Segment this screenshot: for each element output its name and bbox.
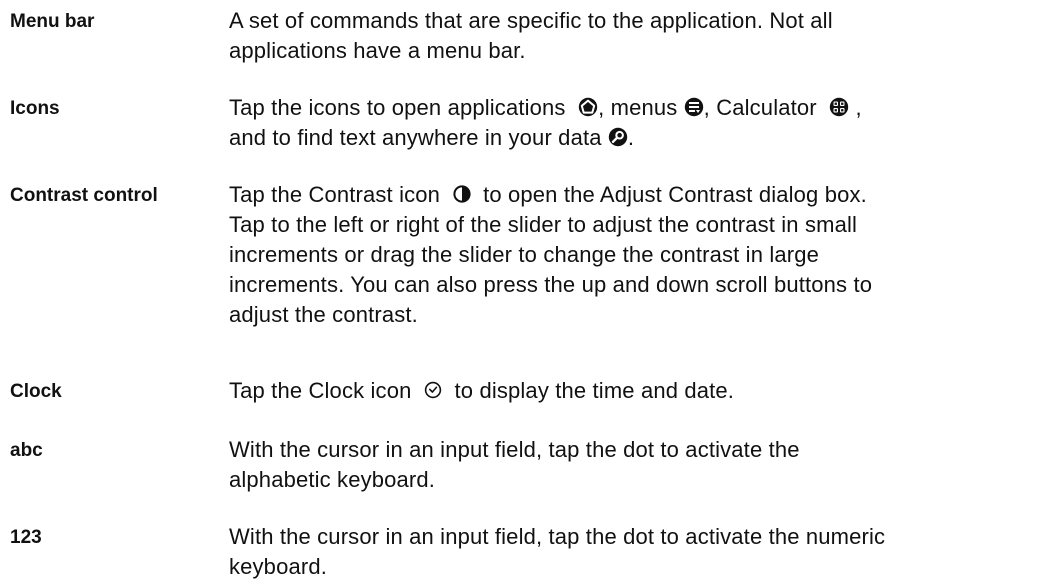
term-abc: abc	[10, 440, 43, 461]
description-line: Tap to the left or right of the slider t…	[229, 212, 858, 237]
description-text: to open the Adjust Contrast dialog box.	[483, 182, 867, 207]
term-icons: Icons	[10, 98, 60, 119]
description-text: ,	[855, 95, 862, 120]
description-line: Tap the Contrast icon to open the Adjust…	[229, 180, 1047, 210]
term-menu-bar: Menu bar	[10, 11, 95, 32]
description-contrast-control: Tap the Contrast icon to open the Adjust…	[229, 180, 1047, 330]
description-line: A set of commands that are specific to t…	[229, 8, 833, 33]
term-clock: Clock	[10, 381, 62, 402]
description-menu-bar: A set of commands that are specific to t…	[229, 6, 1047, 66]
description-line: With the cursor in an input field, tap t…	[229, 524, 886, 549]
term-123: 123	[10, 527, 42, 548]
description-line: adjust the contrast.	[229, 302, 418, 327]
description-clock: Tap the Clock icon to display the time a…	[229, 376, 1047, 406]
description-text: Tap the icons to open applications	[229, 95, 566, 120]
clock-icon	[424, 381, 442, 399]
calculator-icon	[829, 97, 849, 117]
description-abc: With the cursor in an input field, tap t…	[229, 435, 1047, 495]
description-text: , menus	[598, 95, 678, 120]
find-icon	[608, 127, 628, 147]
description-line: Tap the icons to open applications , men…	[229, 93, 1047, 123]
applications-icon	[578, 97, 598, 117]
description-text: .	[627, 125, 635, 150]
description-line: applications have a menu bar.	[229, 38, 526, 63]
description-text: and to find text anywhere in your data	[229, 125, 602, 150]
description-line: alphabetic keyboard.	[229, 467, 436, 492]
description-text: to display the time and date.	[454, 378, 735, 403]
description-line: With the cursor in an input field, tap t…	[229, 437, 800, 462]
term-contrast-control: Contrast control	[10, 185, 158, 206]
menus-icon	[684, 97, 704, 117]
description-line: increments or drag the slider to change …	[229, 242, 820, 267]
description-123: With the cursor in an input field, tap t…	[229, 522, 1047, 582]
description-text: Tap the Clock icon	[229, 378, 412, 403]
description-line: Tap the Clock icon to display the time a…	[229, 376, 1047, 406]
description-text: Tap the Contrast icon	[229, 182, 441, 207]
contrast-icon	[452, 185, 471, 203]
description-line: keyboard.	[229, 554, 327, 579]
description-line: and to find text anywhere in your data .	[229, 123, 1047, 153]
description-icons: Tap the icons to open applications , men…	[229, 93, 1047, 153]
description-text: , Calculator	[703, 95, 817, 120]
description-line: increments. You can also press the up an…	[229, 272, 873, 297]
definition-list: Menu bar A set of commands that are spec…	[0, 0, 1059, 582]
